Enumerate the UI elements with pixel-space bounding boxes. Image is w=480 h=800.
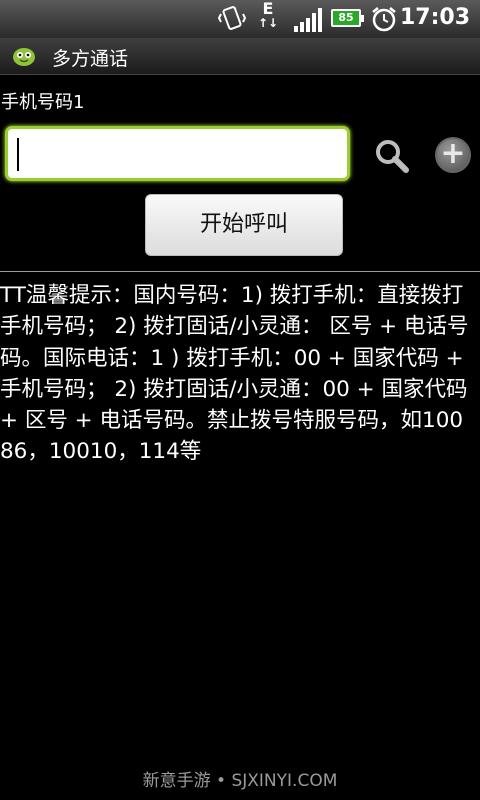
app-title: 多方通话 xyxy=(52,48,129,70)
signal-icon xyxy=(294,8,324,32)
start-call-button[interactable]: 开始呼叫 xyxy=(145,194,343,256)
battery-level: 85 xyxy=(338,11,354,24)
vibrate-icon xyxy=(218,6,246,30)
status-bar: E ↑↓ 85 17:03 xyxy=(0,0,480,38)
data-transfer-icon: E ↑↓ xyxy=(257,0,279,31)
tips-text: TT温馨提示：国内号码：1) 拨打手机：直接拨打手机号码； 2) 拨打固话/小灵… xyxy=(0,283,469,465)
alarm-icon xyxy=(372,7,396,32)
title-bar: 多方通话 xyxy=(0,38,480,75)
add-icon[interactable]: + xyxy=(435,137,471,173)
status-time: 17:03 xyxy=(399,5,470,30)
phone-number-input[interactable] xyxy=(5,126,350,181)
divider xyxy=(0,271,480,272)
search-icon[interactable] xyxy=(372,136,412,176)
phone-label: 手机号码1 xyxy=(1,92,85,113)
battery-icon: 85 xyxy=(331,9,364,27)
footer-watermark: 新意手游 • SJXINYI.COM xyxy=(142,771,338,791)
app-logo-icon xyxy=(13,48,35,66)
text-cursor xyxy=(17,138,19,171)
